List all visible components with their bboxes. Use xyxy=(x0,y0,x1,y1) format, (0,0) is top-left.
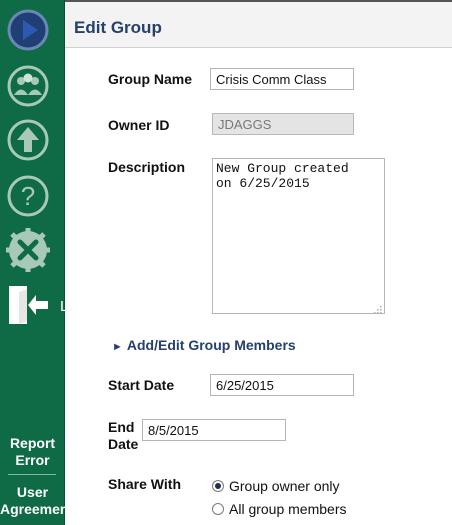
report-error-link[interactable]: Report Error xyxy=(0,435,65,469)
radio-unselected-icon[interactable] xyxy=(212,503,224,515)
resize-grip-icon[interactable] xyxy=(373,302,383,314)
group-name-input[interactable] xyxy=(210,68,354,90)
owner-id-label: Owner ID xyxy=(108,117,170,133)
user-agreement-link[interactable]: User Agreement xyxy=(0,484,73,518)
radio-selected-icon[interactable] xyxy=(212,480,224,492)
upload-icon[interactable] xyxy=(6,118,50,162)
description-textarea[interactable]: New Group created on 6/25/2015 xyxy=(212,158,385,314)
owner-id-input xyxy=(212,113,354,135)
sidebar: ? L Report Error User Agreement xyxy=(0,0,73,525)
share-option-label: All group members xyxy=(229,501,347,517)
start-date-label: Start Date xyxy=(108,377,175,393)
group-name-label: Group Name xyxy=(108,71,193,87)
help-icon[interactable]: ? xyxy=(6,174,50,218)
add-edit-members-label: Add/Edit Group Members xyxy=(126,337,296,353)
svg-text:?: ? xyxy=(21,181,35,211)
share-option-all-members[interactable]: All group members xyxy=(212,501,347,517)
start-date-input[interactable] xyxy=(210,374,354,396)
page-header: Edit Group xyxy=(65,0,452,48)
end-date-input[interactable] xyxy=(142,419,286,441)
page-title: Edit Group xyxy=(74,18,162,37)
add-edit-members-link[interactable]: ► Add/Edit Group Members xyxy=(112,337,296,353)
end-date-label: End Date xyxy=(108,419,139,452)
share-option-owner-only[interactable]: Group owner only xyxy=(212,478,340,494)
logout-icon[interactable] xyxy=(6,283,50,327)
logout-label-fragment: L xyxy=(60,298,69,315)
expand-arrow-icon: ► xyxy=(112,341,123,353)
sidebar-divider xyxy=(8,474,56,475)
share-with-label: Share With xyxy=(108,476,181,492)
tools-icon[interactable] xyxy=(6,228,50,272)
description-label: Description xyxy=(108,159,186,175)
group-icon[interactable] xyxy=(6,64,50,108)
share-option-label: Group owner only xyxy=(229,478,340,494)
play-icon[interactable] xyxy=(6,8,50,52)
